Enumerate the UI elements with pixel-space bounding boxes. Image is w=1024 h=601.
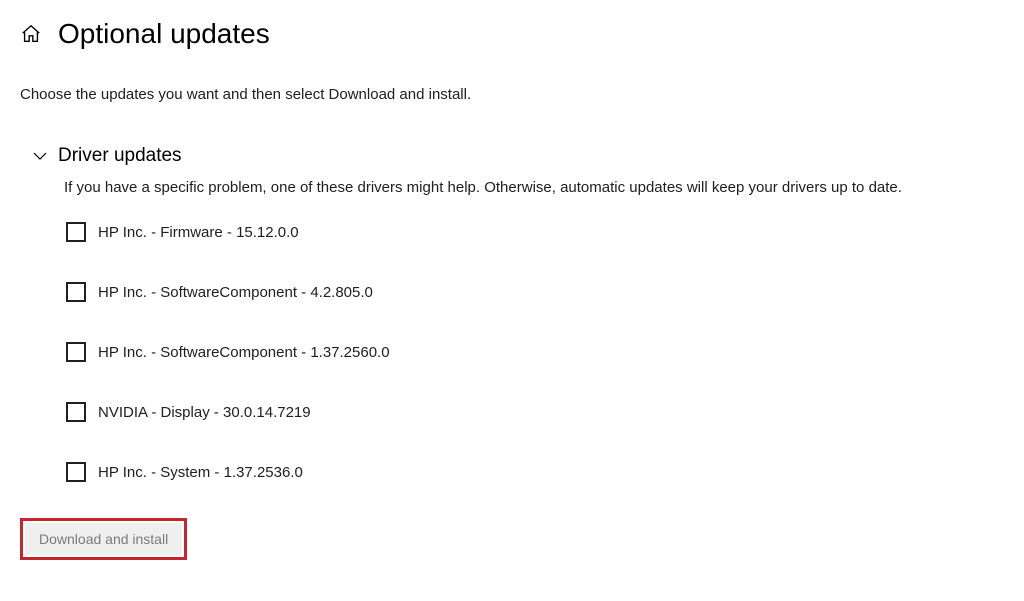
section-toggle[interactable]: Driver updates [32,145,1004,167]
driver-label: HP Inc. - Firmware - 15.12.0.0 [98,224,299,241]
home-icon[interactable] [20,23,42,45]
section-title: Driver updates [58,145,182,167]
driver-checkbox[interactable] [66,342,86,362]
driver-item: NVIDIA - Display - 30.0.14.7219 [66,394,1004,454]
driver-label: HP Inc. - SoftwareComponent - 4.2.805.0 [98,284,373,301]
driver-updates-section: Driver updates If you have a specific pr… [0,123,1024,514]
section-description: If you have a specific problem, one of t… [64,179,1004,196]
download-install-button[interactable]: Download and install [25,523,182,555]
driver-label: HP Inc. - SoftwareComponent - 1.37.2560.… [98,344,390,361]
driver-item: HP Inc. - SoftwareComponent - 4.2.805.0 [66,274,1004,334]
driver-checkbox[interactable] [66,402,86,422]
driver-checkbox[interactable] [66,222,86,242]
driver-item: HP Inc. - SoftwareComponent - 1.37.2560.… [66,334,1004,394]
page-header: Optional updates [0,0,1024,58]
driver-label: NVIDIA - Display - 30.0.14.7219 [98,404,311,421]
driver-checkbox[interactable] [66,282,86,302]
driver-item: HP Inc. - System - 1.37.2536.0 [66,454,1004,514]
driver-checkbox[interactable] [66,462,86,482]
driver-label: HP Inc. - System - 1.37.2536.0 [98,464,303,481]
driver-item: HP Inc. - Firmware - 15.12.0.0 [66,214,1004,274]
download-button-highlight: Download and install [20,518,187,560]
instruction-text: Choose the updates you want and then sel… [0,58,1024,123]
chevron-down-icon [32,148,48,164]
driver-list: HP Inc. - Firmware - 15.12.0.0 HP Inc. -… [66,214,1004,514]
page-title: Optional updates [58,18,270,50]
